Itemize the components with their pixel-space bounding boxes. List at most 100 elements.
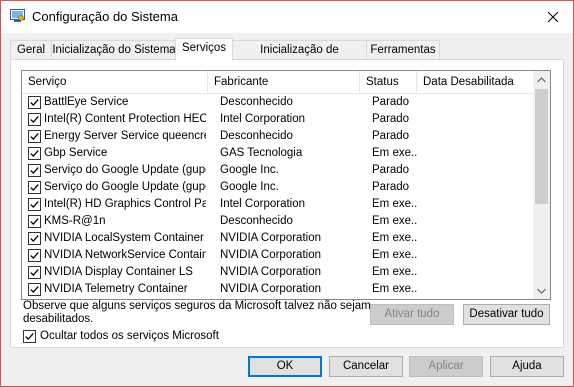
column-header-disabled-date[interactable]: Data Desabilitada [417,71,533,93]
table-row[interactable]: KMS-R@1n Desconhecido Em exe... [22,213,533,230]
ok-button[interactable]: OK [248,356,322,377]
service-manufacturer: NVIDIA Corporation [220,266,321,278]
service-manufacturer: GAS Tecnologia [220,147,303,159]
system-config-icon [10,9,25,22]
service-status: Parado [372,164,410,176]
microsoft-services-note: Observe que alguns serviços seguros da M… [23,300,371,325]
services-panel: Serviço Fabricante Status Data Desabilit… [10,59,564,348]
service-status: Em exe... [372,266,418,278]
service-manufacturer: Intel Corporation [220,198,306,210]
service-manufacturer: Google Inc. [220,164,279,176]
scroll-up-button[interactable] [533,71,550,88]
checkmark-icon [30,201,39,209]
cancel-button[interactable]: Cancelar [329,356,403,377]
disable-all-button[interactable]: Desativar tudo [463,304,550,325]
service-name: NVIDIA Display Container LS [44,266,193,278]
table-row[interactable]: Intel(R) HD Graphics Control Pa... Intel … [22,196,533,213]
service-checkbox[interactable] [28,232,41,245]
service-name: Serviço do Google Update (gupd... [44,181,206,193]
table-row[interactable]: Gbp Service GAS Tecnologia Em exe... [22,145,533,162]
service-status: Em exe... [372,147,418,159]
title-bar: Configuração do Sistema [1,1,573,33]
service-manufacturer: Google Inc. [220,181,279,193]
table-row[interactable]: Serviço do Google Update (gupd... Google … [22,179,533,196]
apply-button[interactable]: Aplicar [409,356,483,377]
service-checkbox[interactable] [28,113,41,126]
table-row[interactable]: NVIDIA Display Container LS NVIDIA Corpor… [22,264,533,281]
table-row[interactable]: Energy Server Service queencreek Desconhe… [22,128,533,145]
service-checkbox[interactable] [28,147,41,160]
service-checkbox[interactable] [28,181,41,194]
service-name: Intel(R) HD Graphics Control Pa... [44,198,206,210]
chevron-up-icon [537,76,546,82]
service-manufacturer: Desconhecido [220,96,293,108]
service-manufacturer: NVIDIA Corporation [220,232,321,244]
service-status: Em exe... [372,198,418,210]
table-row[interactable]: Intel(R) Content Protection HEC... Intel … [22,111,533,128]
checkmark-icon [30,286,39,294]
service-checkbox[interactable] [28,266,41,279]
close-button[interactable] [539,4,567,30]
checkmark-icon [30,252,39,260]
service-status: Em exe... [372,249,418,261]
list-header: Serviço Fabricante Status Data Desabilit… [22,71,533,94]
checkmark-icon [30,150,39,158]
help-button[interactable]: Ajuda [490,356,564,377]
service-manufacturer: Desconhecido [220,215,293,227]
service-name: NVIDIA Telemetry Container [44,283,188,295]
service-status: Em exe... [372,283,418,295]
service-manufacturer: NVIDIA Corporation [220,249,321,261]
hide-microsoft-services-label: Ocultar todos os serviços Microsoft [40,330,219,342]
service-name: Gbp Service [44,147,108,159]
service-checkbox[interactable] [28,96,41,109]
service-name: KMS-R@1n [44,215,106,227]
table-row[interactable]: NVIDIA NetworkService Container NVIDIA Co… [22,247,533,264]
service-status: Parado [372,130,410,142]
table-row[interactable]: Serviço do Google Update (gupd... Google … [22,162,533,179]
checkmark-icon [30,116,39,124]
vertical-scrollbar[interactable] [533,71,550,299]
table-row[interactable]: NVIDIA LocalSystem Container NVIDIA Corpo… [22,230,533,247]
tab-services[interactable]: Serviços [175,38,233,60]
service-name: Intel(R) Content Protection HEC... [44,113,206,125]
tab-general[interactable]: Geral [10,40,52,60]
service-name: BattlEye Service [44,96,129,108]
services-list[interactable]: Serviço Fabricante Status Data Desabilit… [21,70,551,300]
list-rows: BattlEye Service Desconhecido Parado Intel(… [22,94,533,298]
scroll-down-button[interactable] [533,282,550,299]
service-name: Serviço do Google Update (gupd... [44,164,206,176]
column-header-service[interactable]: Serviço [22,71,208,93]
checkmark-icon [30,269,39,277]
service-checkbox[interactable] [28,249,41,262]
service-name: NVIDIA NetworkService Container [44,249,206,261]
service-name: NVIDIA LocalSystem Container [44,232,204,244]
system-config-window: Configuração do Sistema Geral Inicializa… [0,0,574,387]
service-status: Parado [372,96,410,108]
enable-all-button[interactable]: Ativar tudo [370,304,454,325]
table-row[interactable]: NVIDIA Telemetry Container NVIDIA Corpora… [22,281,533,298]
service-name: Energy Server Service queencreek [44,130,206,142]
service-manufacturer: NVIDIA Corporation [220,283,321,295]
service-status: Parado [372,181,410,193]
service-checkbox[interactable] [28,198,41,211]
column-header-status[interactable]: Status [360,71,417,93]
service-checkbox[interactable] [28,164,41,177]
table-row[interactable]: BattlEye Service Desconhecido Parado [22,94,533,111]
service-checkbox[interactable] [28,215,41,228]
tab-tools[interactable]: Ferramentas [366,40,440,60]
service-checkbox[interactable] [28,130,41,143]
scrollbar-thumb[interactable] [535,89,548,204]
tab-startup-programs[interactable]: Inicialização de Programas [232,40,367,75]
tab-startup-system[interactable]: Inicialização do Sistema [51,40,177,60]
checkmark-icon [30,184,39,192]
service-checkbox[interactable] [28,283,41,296]
service-manufacturer: Desconhecido [220,130,293,142]
checkmark-icon [30,167,39,175]
service-status: Em exe... [372,232,418,244]
close-icon [548,12,558,22]
hide-microsoft-services-check[interactable] [23,330,36,343]
service-status: Em exe... [372,215,418,227]
checkmark-icon [30,99,39,107]
window-title: Configuração do Sistema [32,9,178,24]
column-header-manufacturer[interactable]: Fabricante [208,71,360,93]
